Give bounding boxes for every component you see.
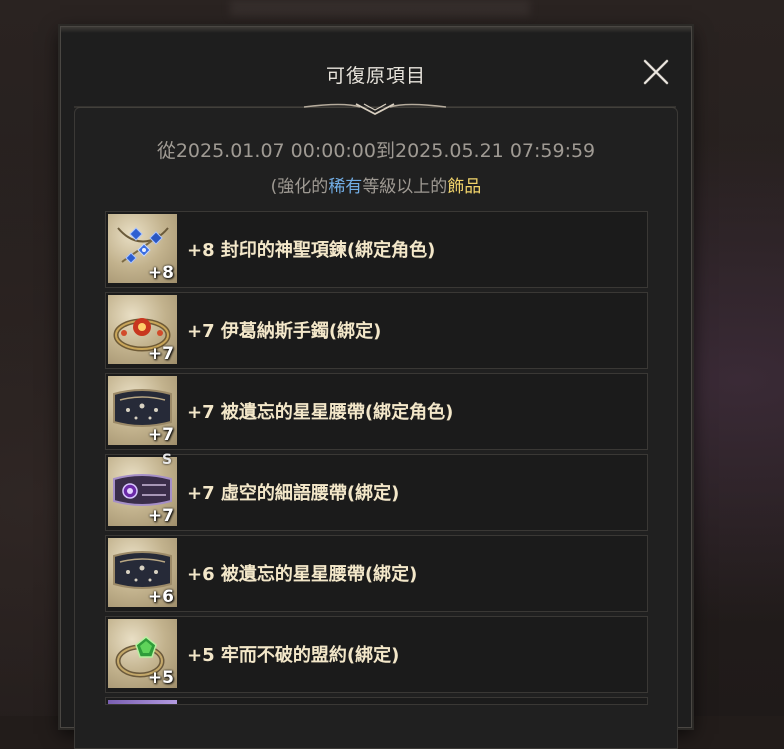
enhance-badge: +7 [147, 344, 174, 364]
close-x-icon [643, 59, 669, 85]
enhance-badge: +5 [147, 668, 174, 688]
rarity-label: 稀有 [328, 177, 363, 197]
item-name: +5 牢而不破的盟約(綁定) [187, 645, 400, 666]
item-name: +7 虛空的細語腰帶(綁定) [187, 483, 400, 504]
enhance-badge: +8 [147, 263, 174, 283]
list-item[interactable] [105, 697, 648, 705]
date-range: 從2025.01.07 00:00:00到2025.05.21 07:59:59 [156, 140, 596, 162]
item-icon-frame: +7 [108, 376, 177, 445]
item-icon-frame: +8 [108, 214, 177, 283]
item-icon-frame [108, 700, 177, 704]
list-item[interactable]: +5 +5 牢而不破的盟約(綁定) [105, 616, 648, 693]
item-icon-frame: +5 [108, 619, 177, 688]
category-label: 飾品 [447, 177, 482, 197]
enhance-badge: +6 [147, 587, 174, 607]
item-name: +8 封印的神聖項鍊(綁定角色) [187, 240, 436, 261]
item-icon-frame: +7 [108, 295, 177, 364]
subtitle-middle: 等級以上的 [362, 177, 448, 197]
dialog-top-edge [61, 27, 691, 33]
title-divider-ornament [74, 103, 676, 116]
content-panel: 從2025.01.07 00:00:00到2025.05.21 07:59:59… [74, 107, 678, 749]
enhance-badge: +7 [147, 506, 174, 526]
enhance-badge: +7 [147, 425, 174, 445]
filter-description: (強化的稀有等級以上的飾品 [75, 172, 677, 197]
item-name: +7 伊葛納斯手鐲(綁定) [187, 321, 382, 342]
list-item[interactable]: +7 S +7 虛空的細語腰帶(綁定) [105, 452, 648, 531]
list-item[interactable]: +7 +7 伊葛納斯手鐲(綁定) [105, 292, 648, 369]
list-item[interactable]: +6 +6 被遺忘的星星腰帶(綁定) [105, 535, 648, 612]
item-name: +7 被遺忘的星星腰帶(綁定角色) [187, 402, 454, 423]
item-icon-frame: +6 [108, 538, 177, 607]
subtitle-open: (強化的 [270, 177, 329, 197]
close-button[interactable] [641, 57, 671, 87]
background-blur [230, 0, 530, 16]
list-item[interactable]: +7 +7 被遺忘的星星腰帶(綁定角色) [105, 373, 648, 450]
item-name: +6 被遺忘的星星腰帶(綁定) [187, 564, 418, 585]
item-list: +8 +8 封印的神聖項鍊(綁定角色) +7 +7 伊葛納斯手鐲(綁定) +7 … [105, 211, 648, 709]
dialog-title: 可復原項目 [325, 65, 426, 87]
set-mark: S [162, 452, 173, 468]
list-item[interactable]: +8 +8 封印的神聖項鍊(綁定角色) [105, 211, 648, 288]
restorable-items-dialog: 可復原項目 從2025.01.07 00:00:00到2025.05.21 07… [60, 26, 692, 749]
